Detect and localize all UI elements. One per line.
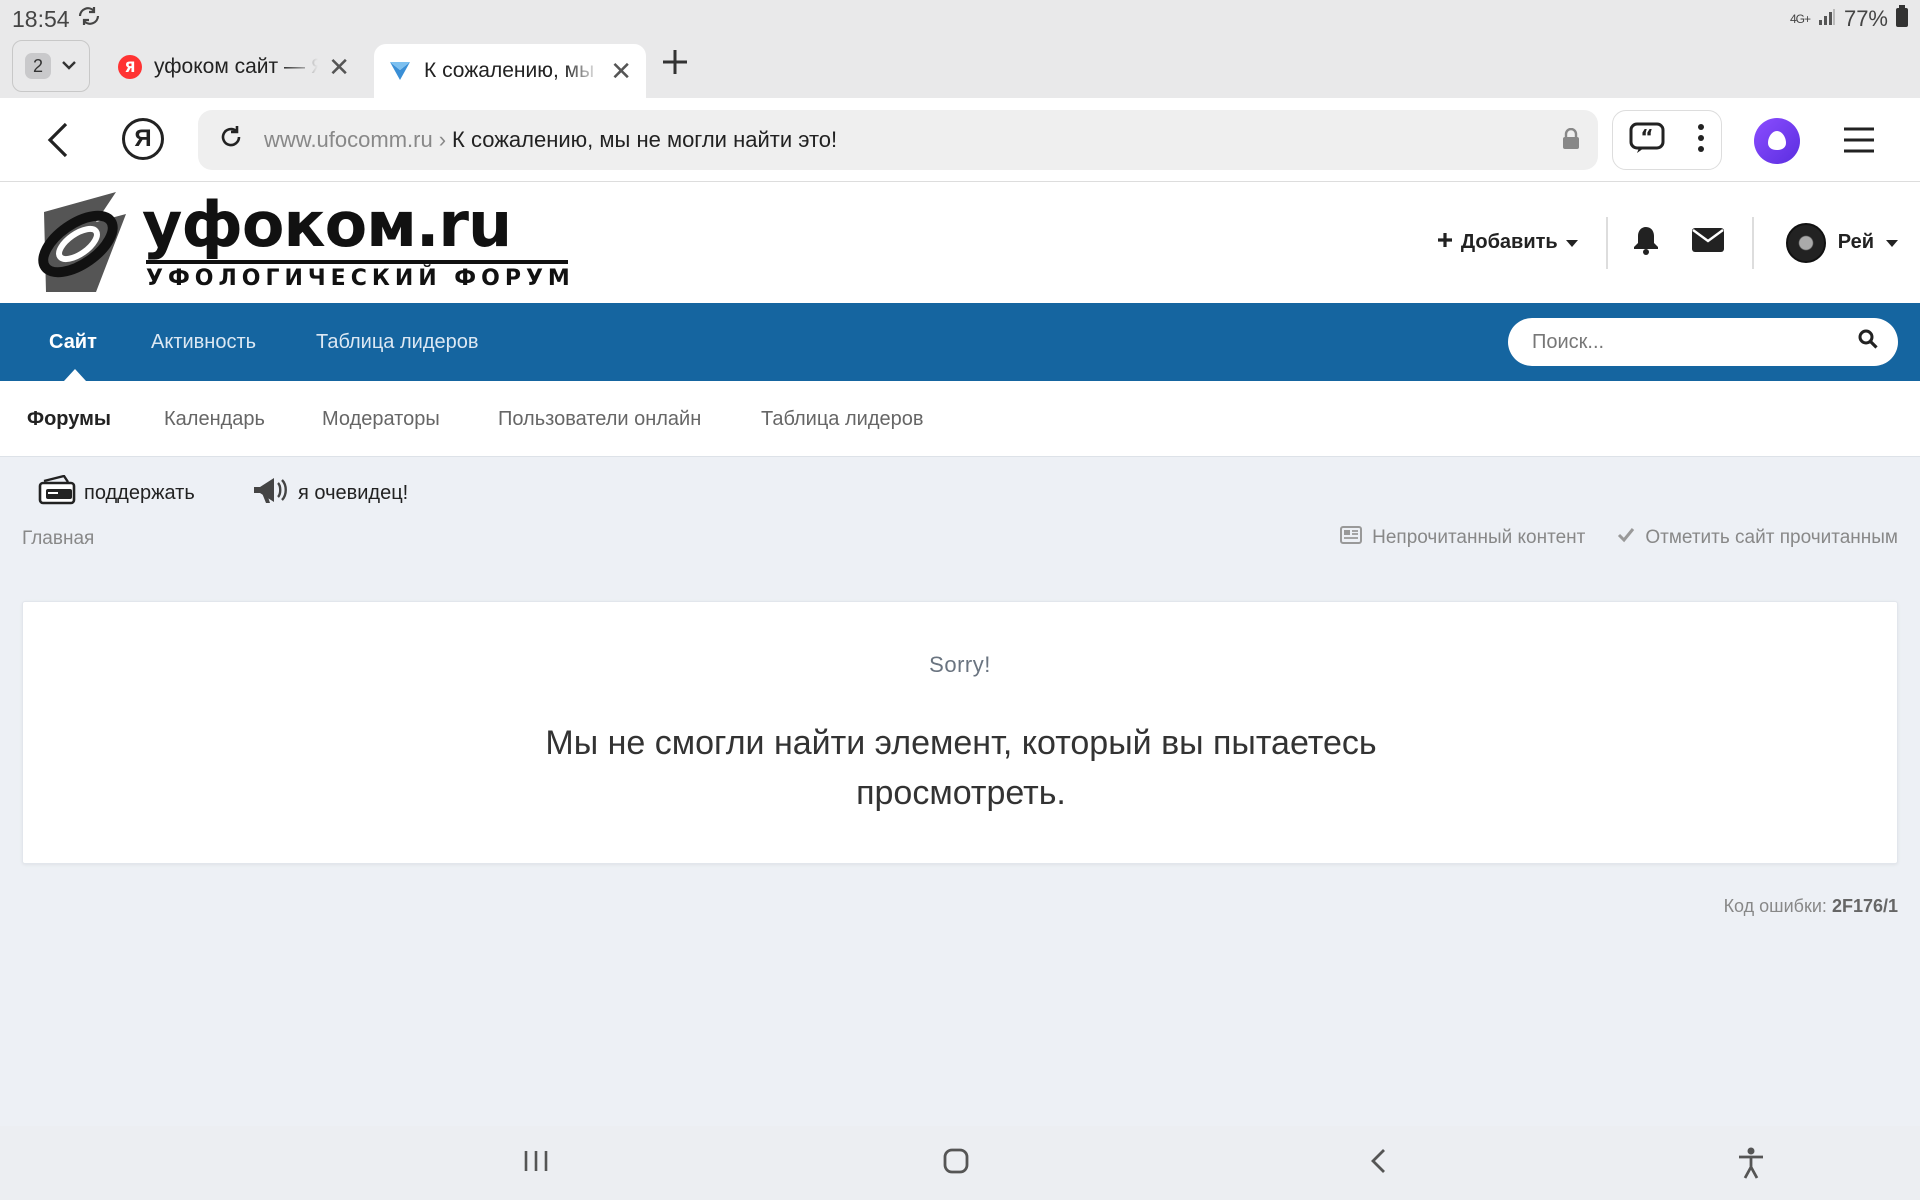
chevron-down-icon xyxy=(61,57,77,75)
quick-link-label: я очевидец! xyxy=(298,481,409,504)
plus-icon xyxy=(1437,231,1453,254)
secondary-nav: Форумы Календарь Модераторы Пользователи… xyxy=(0,381,1920,457)
new-tab-button[interactable] xyxy=(660,46,690,84)
active-caret xyxy=(64,369,86,381)
yandex-letter: Я xyxy=(134,125,152,152)
site-favicon-icon xyxy=(388,59,412,83)
site-header: уфоком.ru УФОЛОГИЧЕСКИЙ ФОРУМ Добавить Р… xyxy=(0,182,1920,303)
close-icon[interactable]: ✕ xyxy=(610,56,632,87)
primary-nav: Сайт Активность Таблица лидеров Поиск... xyxy=(0,303,1920,381)
address-field[interactable]: www.ufocomm.ru › К сожалению, мы не могл… xyxy=(198,110,1598,170)
yandex-home-button[interactable]: Я xyxy=(122,118,164,160)
quick-link-label: поддержать xyxy=(84,481,195,504)
subnav-item-moderators[interactable]: Модераторы xyxy=(322,381,440,457)
tab-yandex-search[interactable]: Я уфоком сайт — Я ✕ xyxy=(104,40,364,94)
hamburger-menu-icon[interactable] xyxy=(1842,126,1876,159)
subnav-item-calendar[interactable]: Календарь xyxy=(164,381,265,457)
search-icon[interactable] xyxy=(1858,329,1878,355)
sync-icon xyxy=(76,5,102,33)
browser-toolbar: Я www.ufocomm.ru › К сожалению, мы не мо… xyxy=(0,98,1920,182)
home-icon[interactable] xyxy=(942,1146,970,1181)
system-navigation-bar xyxy=(0,1126,1920,1200)
megaphone-icon xyxy=(252,475,290,511)
tab-label: К сожалению, мы не могли xyxy=(424,59,600,82)
alice-assistant-button[interactable] xyxy=(1754,118,1800,164)
network-type: 4G+ xyxy=(1789,12,1811,26)
recent-apps-icon[interactable] xyxy=(523,1146,549,1181)
tab-active-page[interactable]: К сожалению, мы не могли ✕ xyxy=(374,44,646,98)
avatar xyxy=(1785,222,1826,263)
svg-text:Я: Я xyxy=(125,60,136,76)
svg-text:“: “ xyxy=(1640,125,1653,149)
url-page-title: К сожалению, мы не могли найти это! xyxy=(452,127,838,152)
reload-icon[interactable] xyxy=(218,124,244,156)
more-options-icon[interactable] xyxy=(1697,123,1705,158)
logo-emblem-icon xyxy=(38,192,126,292)
quick-link-witness[interactable]: я очевидец! xyxy=(252,475,408,511)
checkmark-icon xyxy=(1617,527,1635,549)
nav-item-leaderboard[interactable]: Таблица лидеров xyxy=(316,303,478,381)
tab-bar: 2 Я уфоком сайт — Я ✕ К сожалению, мы не… xyxy=(0,38,1920,98)
tab-switcher-button[interactable]: 2 xyxy=(12,40,90,92)
system-back-icon[interactable] xyxy=(1366,1146,1392,1181)
battery-level: 77% xyxy=(1843,6,1888,31)
add-content-button[interactable]: Добавить xyxy=(1437,231,1578,254)
subnav-item-online-users[interactable]: Пользователи онлайн xyxy=(498,381,701,457)
error-code: Код ошибки: 2F176/1 xyxy=(1724,896,1898,917)
battery-icon xyxy=(1896,5,1908,33)
unread-content-link[interactable]: Непрочитанный контент xyxy=(1340,526,1585,550)
error-code-label: Код ошибки: xyxy=(1723,896,1827,916)
url-domain: www.ufocomm.ru xyxy=(264,127,433,152)
breadcrumb-actions: Непрочитанный контент Отметить сайт проч… xyxy=(1340,526,1898,550)
error-card: Sorry! Мы не смогли найти элемент, котор… xyxy=(22,601,1898,864)
caret-down-icon xyxy=(1565,231,1578,254)
toolbar-actions: “ xyxy=(1612,110,1722,170)
envelope-icon xyxy=(1691,228,1724,257)
wallet-icon xyxy=(38,474,76,511)
caret-down-icon xyxy=(1886,231,1898,254)
status-bar: 18:54 4G+ 77% xyxy=(0,0,1920,38)
breadcrumb-home[interactable]: Главная xyxy=(22,528,94,550)
error-message: Мы не смогли найти элемент, который вы п… xyxy=(545,724,1377,812)
quick-link-support[interactable]: поддержать xyxy=(38,474,195,511)
nav-item-activity[interactable]: Активность xyxy=(151,303,256,381)
url-separator: › xyxy=(438,127,447,152)
subnav-item-leaderboard[interactable]: Таблица лидеров xyxy=(761,381,923,457)
user-name: Рей xyxy=(1837,231,1874,253)
accessibility-icon[interactable] xyxy=(1736,1146,1766,1185)
quote-icon[interactable]: “ xyxy=(1629,122,1665,159)
site-logo[interactable]: уфоком.ru УФОЛОГИЧЕСКИЙ ФОРУМ xyxy=(36,188,576,294)
mark-site-read-link[interactable]: Отметить сайт прочитанным xyxy=(1617,527,1898,549)
error-heading: Sorry! xyxy=(929,652,991,677)
yandex-favicon-icon: Я xyxy=(118,55,142,79)
user-menu-button[interactable]: Рей xyxy=(1785,222,1898,263)
signal-icon xyxy=(1818,6,1836,32)
search-input[interactable]: Поиск... xyxy=(1508,318,1898,366)
subnav-item-forums[interactable]: Форумы xyxy=(27,381,111,457)
lock-icon[interactable] xyxy=(1562,127,1580,156)
search-placeholder: Поиск... xyxy=(1532,330,1605,353)
status-time: 18:54 xyxy=(12,5,70,32)
newspaper-icon xyxy=(1340,526,1363,550)
error-code-value: 2F176/1 xyxy=(1831,896,1898,916)
tab-count: 2 xyxy=(25,53,51,79)
logo-subtitle: УФОЛОГИЧЕСКИЙ ФОРУМ xyxy=(146,266,575,291)
messages-button[interactable] xyxy=(1691,228,1724,257)
notifications-button[interactable] xyxy=(1632,225,1660,260)
logo-main-text: уфоком.ru xyxy=(142,188,512,261)
back-button[interactable] xyxy=(44,118,74,167)
bell-icon xyxy=(1632,225,1660,260)
close-icon[interactable]: ✕ xyxy=(328,52,350,83)
tab-label: уфоком сайт — Я xyxy=(154,55,319,78)
